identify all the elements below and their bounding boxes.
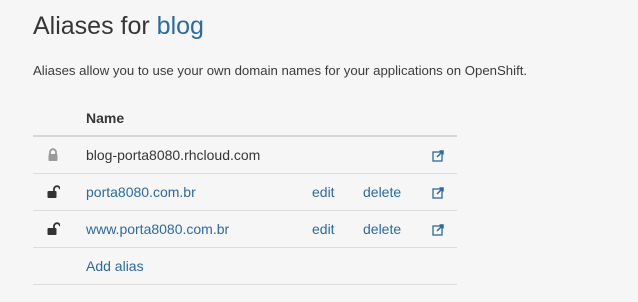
external-link-icon[interactable]	[432, 149, 444, 162]
aliases-table: Name blog-porta8080.rhcloud.com porta808…	[33, 100, 457, 285]
table-row: porta8080.com.br edit delete	[33, 174, 457, 211]
app-name-link[interactable]: blog	[157, 12, 204, 40]
edit-alias-link[interactable]: edit	[312, 221, 335, 237]
add-alias-link[interactable]: Add alias	[86, 258, 144, 274]
delete-alias-link[interactable]: delete	[363, 184, 401, 200]
table-row: www.porta8080.com.br edit delete	[33, 211, 457, 248]
lock-open-icon	[47, 222, 61, 236]
lock-open-icon	[47, 185, 61, 199]
column-header-name: Name	[86, 109, 125, 126]
page-description: Aliases allow you to use your own domain…	[33, 63, 528, 78]
page-title: Aliases for blog	[33, 12, 204, 41]
edit-alias-link[interactable]: edit	[312, 184, 335, 200]
alias-name: blog-porta8080.rhcloud.com	[86, 147, 261, 163]
alias-name-link[interactable]: porta8080.com.br	[86, 184, 196, 200]
aliases-page: Aliases for blog Aliases allow you to us…	[0, 0, 638, 302]
page-title-prefix: Aliases for	[33, 12, 150, 40]
add-alias-row: Add alias	[33, 248, 457, 285]
delete-alias-link[interactable]: delete	[363, 221, 401, 237]
external-link-icon[interactable]	[432, 186, 444, 199]
table-row: blog-porta8080.rhcloud.com	[33, 137, 457, 174]
external-link-icon[interactable]	[432, 223, 444, 236]
lock-closed-icon	[47, 148, 59, 162]
alias-name-link[interactable]: www.porta8080.com.br	[86, 221, 229, 237]
table-header-row: Name	[33, 100, 457, 137]
